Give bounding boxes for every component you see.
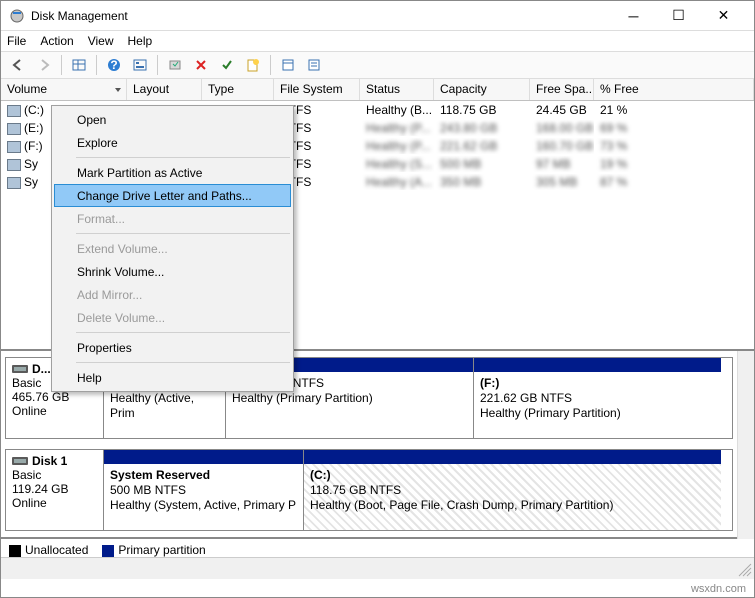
svg-text:?: ?	[110, 58, 117, 72]
context-menu: OpenExplore Mark Partition as ActiveChang…	[51, 105, 294, 392]
menu-file[interactable]: File	[7, 34, 26, 48]
refresh-icon[interactable]	[164, 54, 186, 76]
check-icon[interactable]	[216, 54, 238, 76]
back-button[interactable]	[7, 54, 29, 76]
menu-item: Extend Volume...	[54, 237, 291, 260]
menu-item: Format...	[54, 207, 291, 230]
menu-item[interactable]: Properties	[54, 336, 291, 359]
minimize-button[interactable]: ─	[611, 1, 656, 30]
menu-action[interactable]: Action	[40, 34, 73, 48]
properties-icon[interactable]	[277, 54, 299, 76]
list-icon[interactable]	[303, 54, 325, 76]
toolbar: ?	[1, 51, 754, 79]
menu-item[interactable]: Shrink Volume...	[54, 260, 291, 283]
col-free[interactable]: Free Spa...	[530, 79, 594, 100]
col-layout[interactable]: Layout	[127, 79, 202, 100]
col-capacity[interactable]: Capacity	[434, 79, 530, 100]
forward-button[interactable]	[33, 54, 55, 76]
toolbar-settings-icon[interactable]	[129, 54, 151, 76]
partition[interactable]: System Reserved500 MB NTFSHealthy (Syste…	[104, 450, 304, 530]
window-title: Disk Management	[31, 9, 611, 23]
menu-item[interactable]: Change Drive Letter and Paths...	[54, 184, 291, 207]
toolbar-view-icon[interactable]	[68, 54, 90, 76]
titlebar: Disk Management ─ ☐ ✕	[1, 1, 754, 31]
menu-item: Delete Volume...	[54, 306, 291, 329]
menu-item: Add Mirror...	[54, 283, 291, 306]
col-status[interactable]: Status	[360, 79, 434, 100]
volume-list-header: Volume Layout Type File System Status Ca…	[1, 79, 754, 101]
menu-item[interactable]: Open	[54, 108, 291, 131]
legend-unallocated: Unallocated	[25, 543, 88, 557]
col-pctfree[interactable]: % Free	[594, 79, 754, 100]
watermark: wsxdn.com	[691, 583, 746, 595]
col-volume[interactable]: Volume	[1, 79, 127, 100]
maximize-button[interactable]: ☐	[656, 1, 701, 30]
menu-item[interactable]: Explore	[54, 131, 291, 154]
delete-icon[interactable]	[190, 54, 212, 76]
resize-grip[interactable]	[738, 563, 752, 577]
partition[interactable]: (F:)221.62 GB NTFSHealthy (Primary Parti…	[474, 358, 721, 438]
partition[interactable]: (C:)118.75 GB NTFSHealthy (Boot, Page Fi…	[304, 450, 721, 530]
statusbar	[1, 557, 754, 579]
menubar: File Action View Help	[1, 31, 754, 51]
disk-header[interactable]: Disk 1Basic119.24 GBOnline	[6, 450, 104, 530]
help-icon[interactable]: ?	[103, 54, 125, 76]
col-type[interactable]: Type	[202, 79, 274, 100]
app-icon	[9, 8, 25, 24]
legend-primary: Primary partition	[118, 543, 205, 557]
menu-view[interactable]: View	[88, 34, 114, 48]
disk-row: Disk 1Basic119.24 GBOnlineSystem Reserve…	[5, 449, 733, 531]
vertical-scrollbar[interactable]	[737, 351, 754, 539]
menu-item[interactable]: Help	[54, 366, 291, 389]
col-filesystem[interactable]: File System	[274, 79, 360, 100]
menu-item[interactable]: Mark Partition as Active	[54, 161, 291, 184]
menu-help[interactable]: Help	[128, 34, 153, 48]
close-button[interactable]: ✕	[701, 1, 746, 30]
new-icon[interactable]	[242, 54, 264, 76]
